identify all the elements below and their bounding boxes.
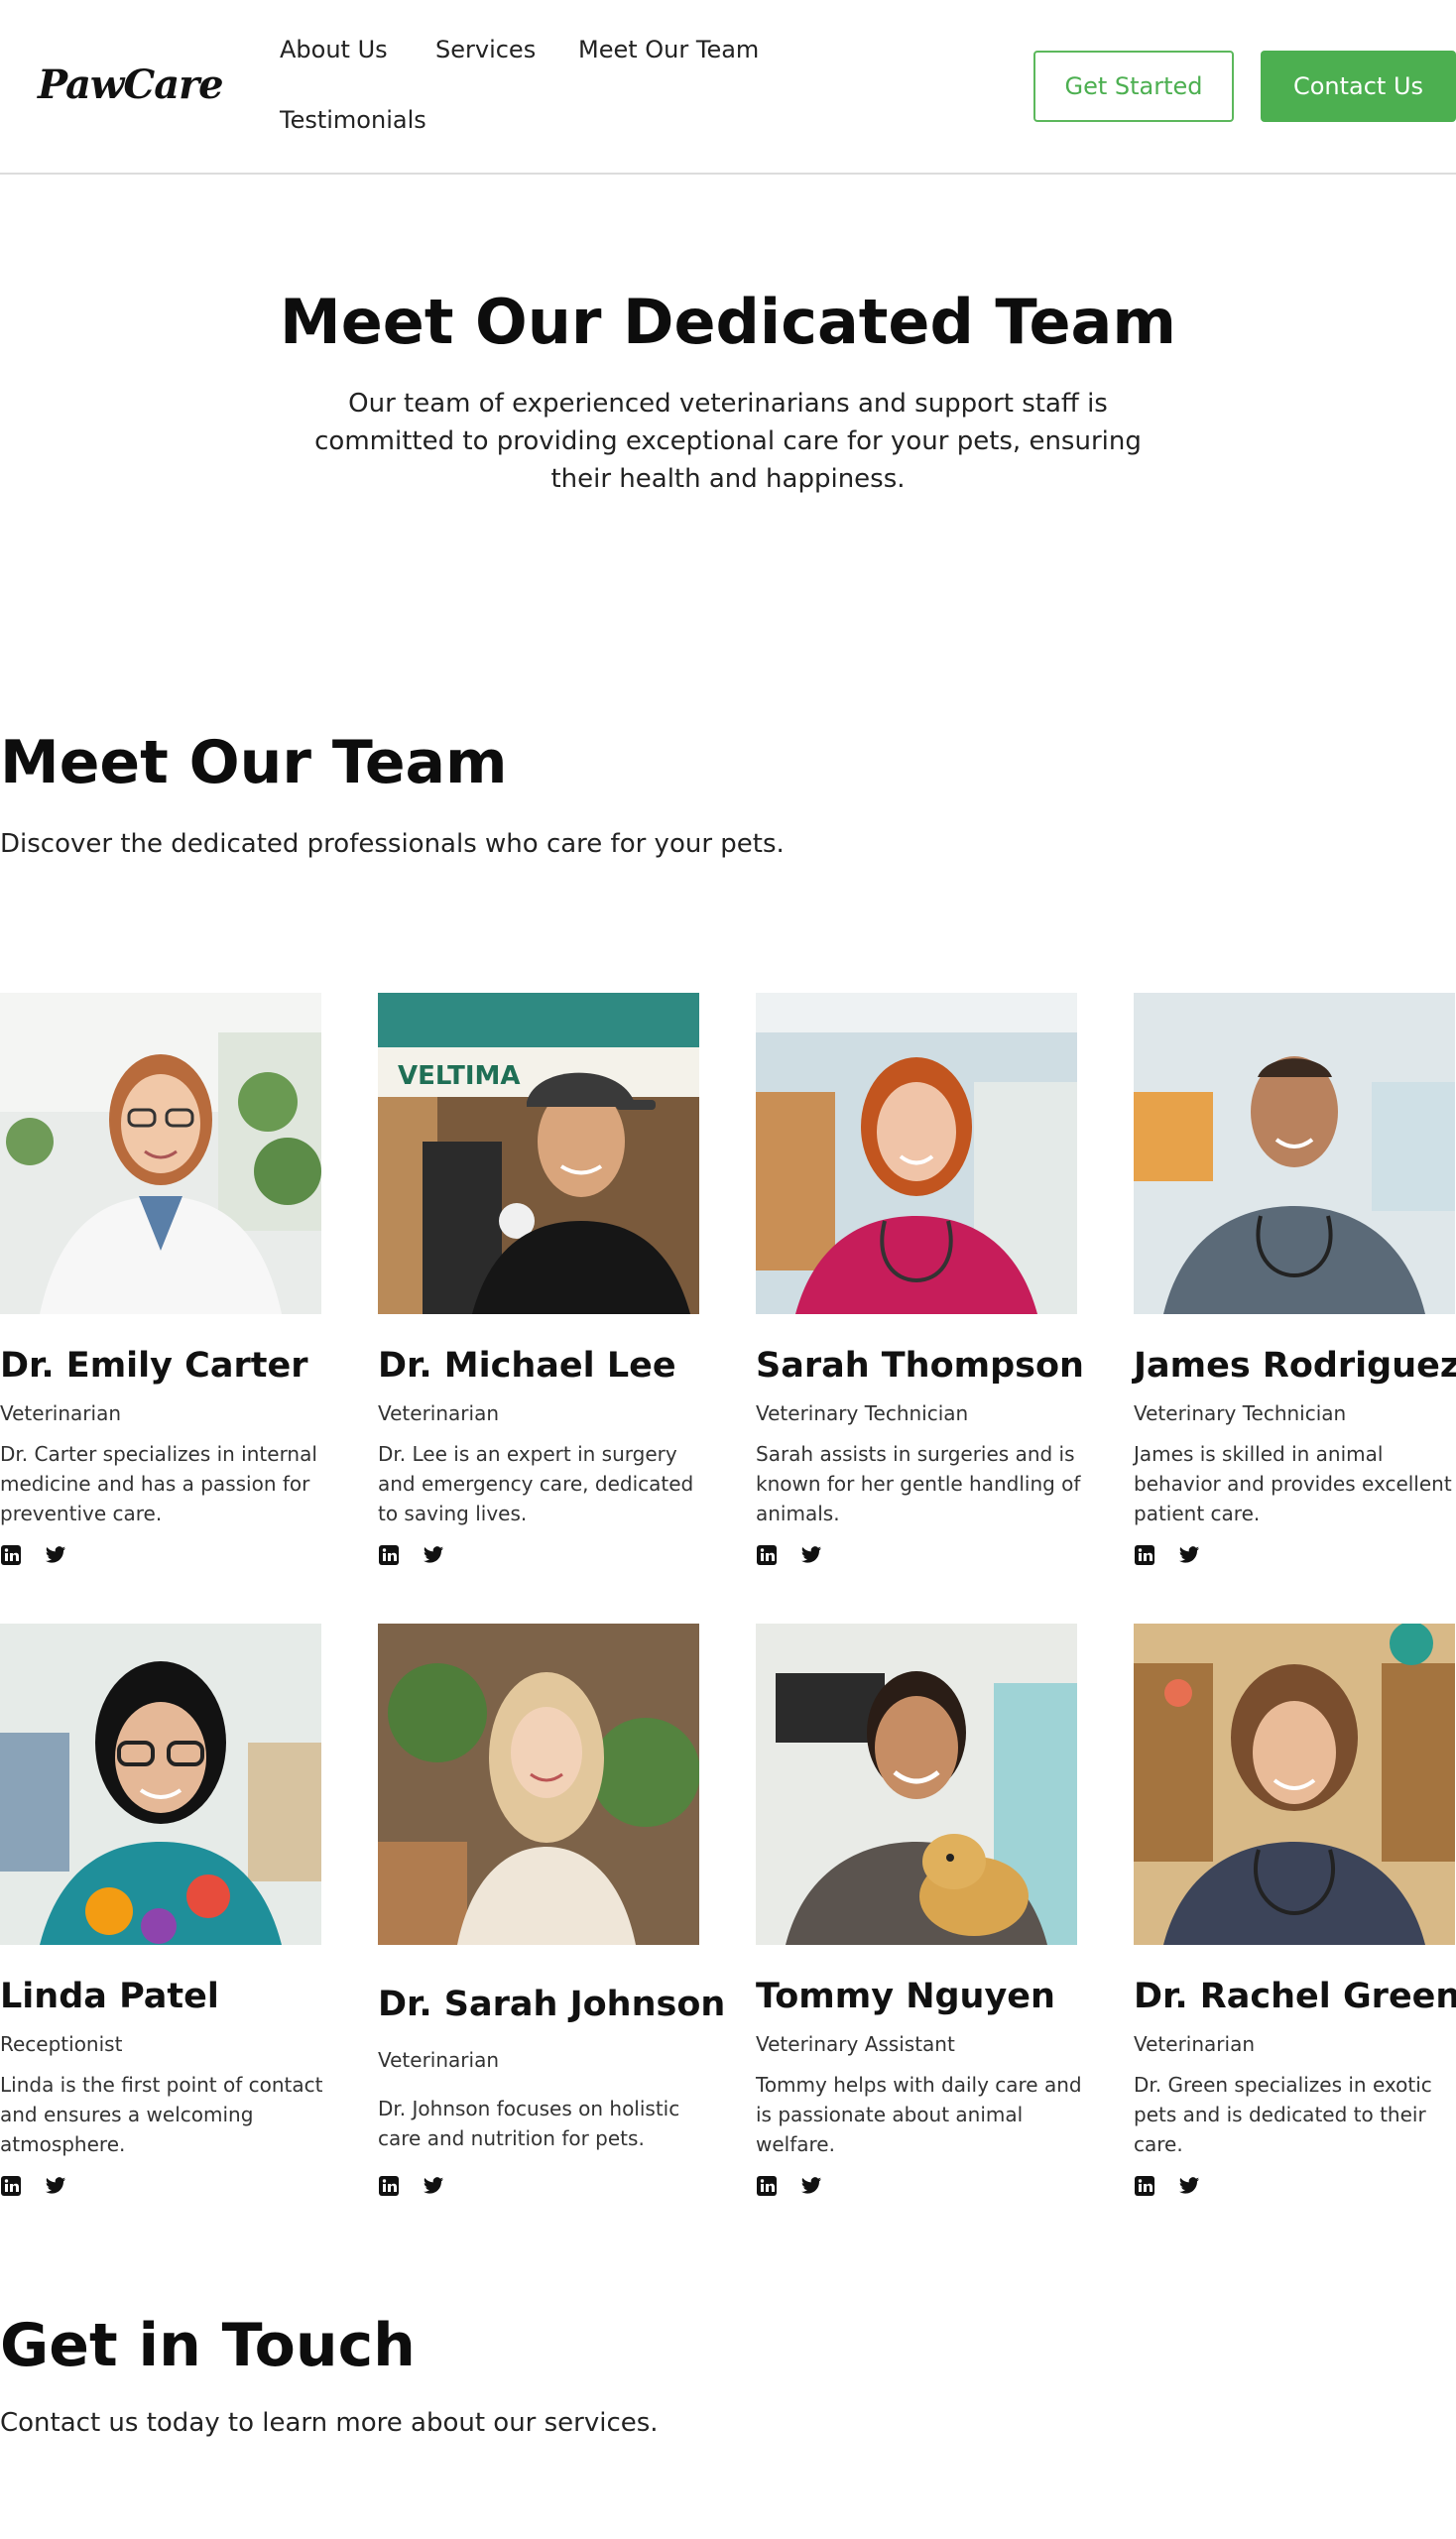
contact-section-title: Get in Touch xyxy=(0,2311,416,2380)
site-header: PawCare About Us Services Meet Our Team … xyxy=(0,0,1456,175)
svg-text:VELTIMA: VELTIMA xyxy=(398,1061,521,1091)
linkedin-icon[interactable] xyxy=(378,2175,400,2197)
team-section-title: Meet Our Team xyxy=(0,728,508,797)
nav-about-us[interactable]: About Us xyxy=(280,36,388,63)
member-photo xyxy=(756,993,1077,1314)
member-photo xyxy=(0,993,321,1314)
member-description: Tommy helps with daily care and is passi… xyxy=(756,2073,1082,2156)
member-photo xyxy=(1134,993,1455,1314)
member-role: Veterinarian xyxy=(378,1401,500,1425)
member-name: Dr. Emily Carter xyxy=(0,1346,308,1386)
member-name: James Rodriguez xyxy=(1134,1346,1456,1386)
member-photo xyxy=(1134,1624,1455,1945)
linkedin-icon[interactable] xyxy=(756,1544,778,1566)
twitter-icon[interactable] xyxy=(800,1544,822,1566)
member-photo: VELTIMA xyxy=(378,993,699,1314)
member-role: Veterinary Technician xyxy=(756,1401,969,1425)
member-photo xyxy=(756,1624,1077,1945)
linkedin-icon[interactable] xyxy=(1134,1544,1155,1566)
member-description: Sarah assists in surgeries and is known … xyxy=(756,1442,1081,1525)
contact-us-button[interactable]: Contact Us xyxy=(1261,51,1456,122)
linkedin-icon[interactable] xyxy=(1134,2175,1155,2197)
member-name: Sarah Thompson xyxy=(756,1346,1084,1386)
member-role: Veterinary Technician xyxy=(1134,1401,1347,1425)
logo[interactable]: PawCare xyxy=(38,61,224,108)
member-role: Veterinarian xyxy=(378,2048,500,2072)
twitter-icon[interactable] xyxy=(1178,1544,1200,1566)
linkedin-icon[interactable] xyxy=(0,2175,22,2197)
member-description: Dr. Carter specializes in internal medic… xyxy=(0,1442,317,1525)
member-name: Dr. Rachel Green xyxy=(1134,1977,1456,2016)
nav-meet-our-team[interactable]: Meet Our Team xyxy=(578,36,759,63)
contact-section-subtitle: Contact us today to learn more about our… xyxy=(0,2408,659,2438)
member-name: Dr. Sarah Johnson xyxy=(378,1985,726,2024)
linkedin-icon[interactable] xyxy=(756,2175,778,2197)
member-name: Linda Patel xyxy=(0,1977,219,2016)
member-photo xyxy=(378,1624,699,1945)
linkedin-icon[interactable] xyxy=(378,1544,400,1566)
twitter-icon[interactable] xyxy=(423,1544,444,1566)
member-role: Receptionist xyxy=(0,2032,123,2056)
member-role: Veterinary Assistant xyxy=(756,2032,955,2056)
member-name: Tommy Nguyen xyxy=(756,1977,1055,2016)
hero-text: Our team of experienced veterinarians an… xyxy=(314,389,1142,494)
twitter-icon[interactable] xyxy=(423,2175,444,2197)
linkedin-icon[interactable] xyxy=(0,1544,22,1566)
twitter-icon[interactable] xyxy=(1178,2175,1200,2197)
hero-title: Meet Our Dedicated Team xyxy=(280,286,1176,358)
nav-services[interactable]: Services xyxy=(435,36,536,63)
nav-testimonials[interactable]: Testimonials xyxy=(280,106,426,134)
member-role: Veterinarian xyxy=(0,1401,122,1425)
member-role: Veterinarian xyxy=(1134,2032,1256,2056)
team-section-subtitle: Discover the dedicated professionals who… xyxy=(0,829,785,859)
member-description: Dr. Johnson focuses on holistic care and… xyxy=(378,2097,680,2150)
twitter-icon[interactable] xyxy=(800,2175,822,2197)
member-description: Dr. Green specializes in exotic pets and… xyxy=(1134,2073,1432,2156)
member-photo xyxy=(0,1624,321,1945)
twitter-icon[interactable] xyxy=(45,1544,66,1566)
get-started-button[interactable]: Get Started xyxy=(1033,51,1234,122)
twitter-icon[interactable] xyxy=(45,2175,66,2197)
member-description: Linda is the first point of contact and … xyxy=(0,2073,323,2156)
member-description: James is skilled in animal behavior and … xyxy=(1134,1442,1452,1525)
member-description: Dr. Lee is an expert in surgery and emer… xyxy=(378,1442,694,1525)
member-name: Dr. Michael Lee xyxy=(378,1346,676,1386)
